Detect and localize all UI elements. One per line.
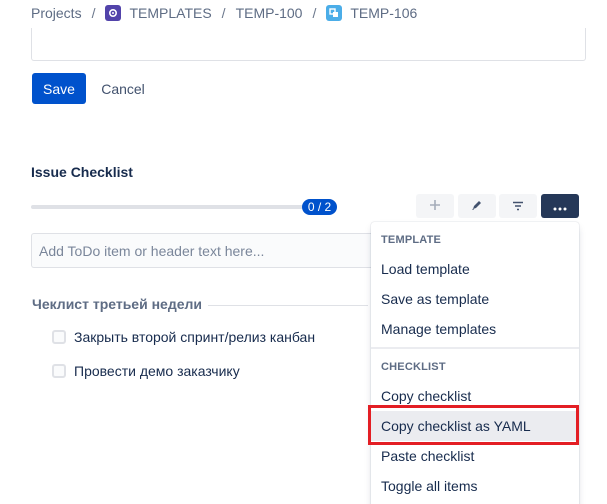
checklist-item-label[interactable]: Закрыть второй спринт/релиз канбан — [74, 329, 315, 345]
checklist-title: Issue Checklist — [31, 164, 133, 180]
task-icon — [326, 5, 343, 21]
filter-icon — [512, 198, 524, 214]
ellipsis-icon — [553, 198, 567, 214]
menu-item-save-as-template[interactable]: Save as template — [371, 284, 579, 314]
checklist-group-header: Чеклист третьей недели — [32, 296, 203, 312]
breadcrumb-current-issue-label: TEMP-106 — [350, 5, 418, 21]
menu-item-copy-checklist[interactable]: Copy checklist — [371, 381, 579, 411]
menu-heading-checklist: CHECKLIST — [381, 361, 446, 373]
breadcrumb-templates[interactable]: TEMPLATES — [105, 5, 212, 21]
menu-divider — [371, 347, 579, 349]
more-actions-button[interactable] — [541, 194, 579, 218]
menu-item-manage-templates[interactable]: Manage templates — [371, 314, 579, 344]
breadcrumb-separator: / — [91, 5, 96, 21]
checklist-progress-bar — [31, 205, 303, 209]
add-item-input[interactable] — [31, 233, 381, 268]
filter-button[interactable] — [499, 194, 537, 218]
checklist-item-checkbox[interactable] — [52, 330, 66, 344]
menu-item-load-template[interactable]: Load template — [371, 254, 579, 284]
breadcrumb-separator: / — [221, 5, 226, 21]
description-editor[interactable] — [31, 28, 586, 61]
checklist-item-label[interactable]: Провести демо заказчику — [74, 363, 240, 379]
breadcrumb-projects[interactable]: Projects — [31, 5, 82, 21]
pencil-icon — [471, 198, 483, 214]
more-actions-menu: TEMPLATE Load template Save as template … — [371, 222, 579, 504]
breadcrumb: Projects / TEMPLATES / TEMP-100 / TEMP-1… — [31, 5, 417, 21]
save-button[interactable]: Save — [32, 73, 86, 104]
checklist-item: Закрыть второй спринт/релиз канбан — [52, 329, 315, 345]
menu-heading-template: TEMPLATE — [381, 234, 442, 246]
breadcrumb-current-issue[interactable]: TEMP-106 — [326, 5, 417, 21]
menu-item-copy-checklist-yaml[interactable]: Copy checklist as YAML — [371, 411, 579, 441]
checklist-item-checkbox[interactable] — [52, 364, 66, 378]
add-item-button[interactable] — [416, 194, 454, 218]
menu-item-paste-checklist[interactable]: Paste checklist — [371, 441, 579, 471]
breadcrumb-parent-issue[interactable]: TEMP-100 — [236, 5, 303, 21]
breadcrumb-templates-label: TEMPLATES — [129, 5, 212, 21]
breadcrumb-separator: / — [312, 5, 317, 21]
edit-checklist-button[interactable] — [458, 194, 496, 218]
cancel-button[interactable]: Cancel — [94, 73, 152, 104]
menu-item-toggle-all-items[interactable]: Toggle all items — [371, 471, 579, 501]
project-icon — [105, 5, 122, 21]
checklist-item: Провести демо заказчику — [52, 363, 240, 379]
plus-icon — [429, 198, 441, 214]
group-header-divider — [208, 305, 368, 306]
checklist-progress-badge: 0 / 2 — [302, 199, 337, 215]
